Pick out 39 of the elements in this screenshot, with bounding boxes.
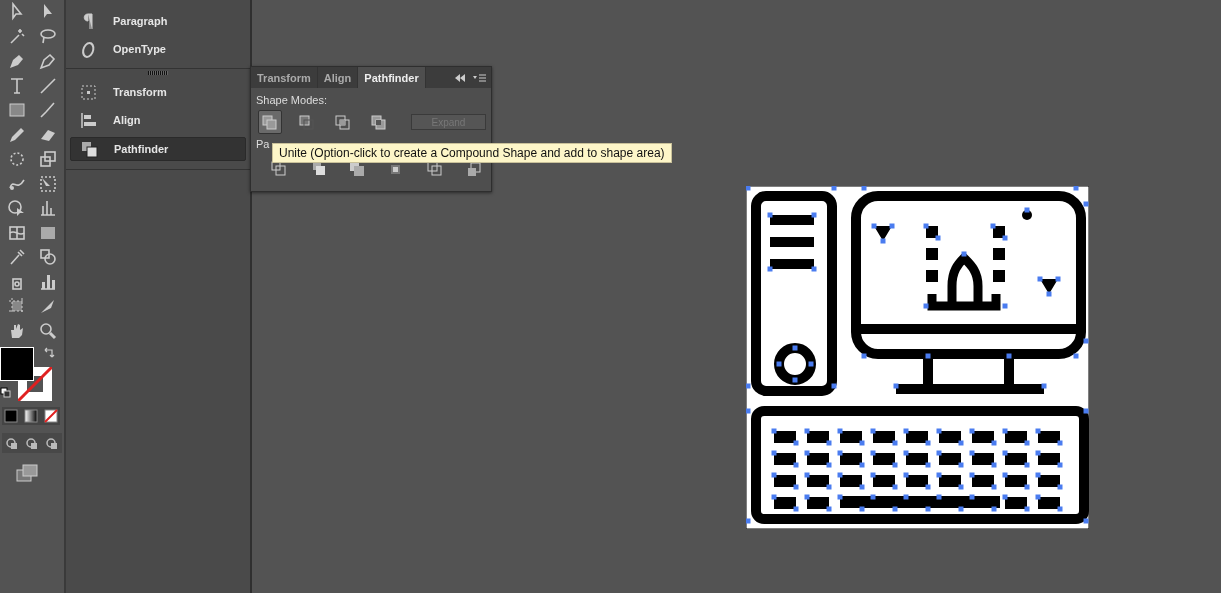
none-swatch-icon[interactable] bbox=[43, 408, 59, 424]
panel-dock-item[interactable]: Transform bbox=[70, 81, 246, 103]
transform-panel-icon bbox=[79, 82, 98, 102]
panel-grip[interactable] bbox=[148, 71, 168, 75]
draw-behind-icon[interactable] bbox=[24, 435, 40, 451]
default-colors-icon[interactable] bbox=[0, 387, 11, 398]
panel-tab[interactable]: Transform bbox=[251, 67, 318, 88]
divide-icon[interactable] bbox=[270, 160, 288, 178]
draw-normal-icon[interactable] bbox=[4, 435, 20, 451]
merge-icon[interactable] bbox=[348, 160, 366, 178]
section-label: Pa bbox=[256, 138, 271, 150]
screen-mode-icon[interactable] bbox=[16, 463, 38, 483]
color-icon[interactable] bbox=[3, 408, 19, 424]
pathfinder-panel-icon bbox=[80, 139, 99, 159]
panel-menu-icon[interactable] bbox=[472, 72, 487, 83]
blend-icon[interactable] bbox=[37, 247, 58, 268]
swap-arrows-icon[interactable] bbox=[42, 346, 55, 359]
minus-back-icon[interactable] bbox=[465, 160, 483, 178]
outline-icon[interactable] bbox=[426, 160, 444, 178]
panel-tab[interactable]: Pathfinder bbox=[358, 67, 426, 88]
align-panel-icon bbox=[79, 110, 98, 130]
unite-icon bbox=[260, 112, 280, 132]
tooltip: Unite (Option-click to create a Compound Shape and add to shape area) bbox=[272, 143, 672, 163]
collapse-icon[interactable] bbox=[454, 72, 466, 83]
section-label: Shape Modes: bbox=[256, 94, 328, 106]
curvature-pen-icon[interactable] bbox=[37, 51, 58, 72]
panel-dock-item[interactable]: Pathfinder bbox=[70, 137, 246, 161]
gradient-swatch-icon[interactable] bbox=[23, 408, 39, 424]
free-transform-icon[interactable] bbox=[37, 173, 58, 194]
exclude-icon bbox=[368, 112, 388, 132]
draw-inside-icon[interactable] bbox=[44, 435, 60, 451]
panel-dock-item[interactable]: Align bbox=[70, 109, 246, 131]
intersect-icon bbox=[332, 112, 352, 132]
unite-button[interactable] bbox=[258, 110, 282, 134]
panel-dock-item[interactable]: OpenType bbox=[70, 38, 246, 60]
panel-dock-item[interactable]: Paragraph bbox=[70, 10, 246, 32]
zoom-icon[interactable] bbox=[37, 320, 58, 341]
scale-icon[interactable] bbox=[37, 149, 58, 170]
fill-swatch[interactable] bbox=[0, 347, 34, 381]
